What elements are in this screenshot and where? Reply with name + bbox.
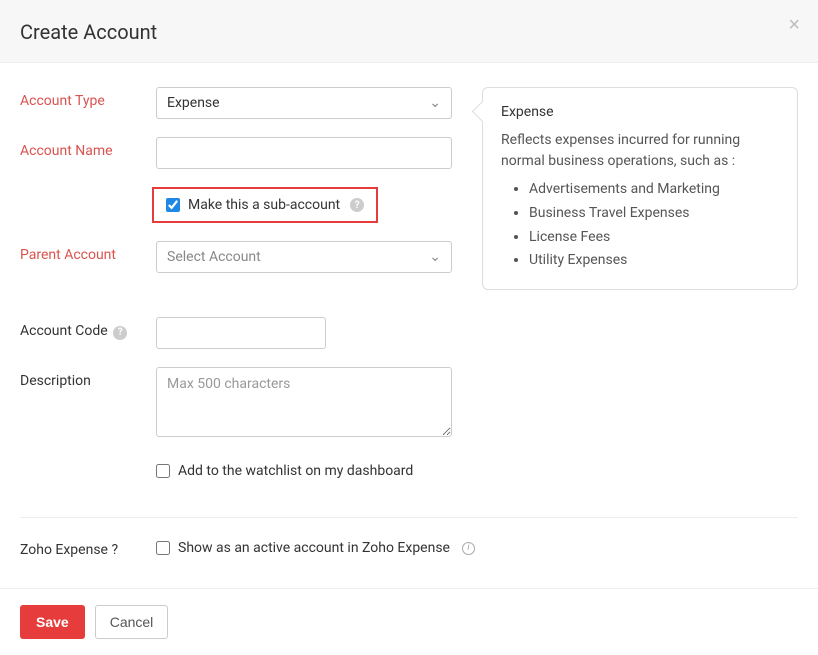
sub-account-label: Make this a sub-account	[188, 197, 340, 213]
info-icon[interactable]: i	[462, 542, 475, 555]
parent-account-placeholder: Select Account	[167, 249, 261, 265]
account-type-value: Expense	[167, 95, 220, 111]
label-parent-account: Parent Account	[20, 241, 156, 263]
row-sub-account: Make this a sub-account ?	[20, 187, 460, 223]
close-button[interactable]: ×	[788, 14, 800, 37]
row-account-code: Account Code ?	[20, 317, 460, 349]
info-item: Utility Expenses	[529, 249, 779, 273]
account-name-input[interactable]	[156, 137, 452, 169]
info-item: Business Travel Expenses	[529, 202, 779, 226]
sub-account-highlight: Make this a sub-account ?	[152, 187, 378, 223]
row-watchlist: Add to the watchlist on my dashboard	[20, 459, 460, 479]
save-button[interactable]: Save	[20, 605, 85, 639]
chevron-down-icon: ⌄	[429, 95, 441, 111]
zoho-expense-section: Zoho Expense ? Show as an active account…	[0, 536, 818, 588]
info-title: Expense	[501, 104, 779, 120]
info-item: License Fees	[529, 226, 779, 250]
form-column: Account Type Expense ⌄ Account Name Make…	[20, 87, 460, 497]
modal-content: Account Type Expense ⌄ Account Name Make…	[0, 63, 818, 507]
cancel-button[interactable]: Cancel	[95, 605, 169, 639]
info-description: Reflects expenses incurred for running n…	[501, 130, 779, 172]
label-account-type: Account Type	[20, 87, 156, 109]
zoho-expense-checkbox[interactable]	[156, 541, 170, 555]
watchlist-label: Add to the watchlist on my dashboard	[178, 463, 413, 479]
zoho-expense-label: Show as an active account in Zoho Expens…	[178, 540, 450, 556]
divider	[20, 517, 798, 518]
chevron-down-icon: ⌄	[429, 249, 441, 265]
row-account-type: Account Type Expense ⌄	[20, 87, 460, 119]
label-account-name: Account Name	[20, 137, 156, 159]
row-parent-account: Parent Account Select Account ⌄	[20, 241, 460, 273]
description-textarea[interactable]	[156, 367, 452, 437]
watchlist-checkbox[interactable]	[156, 464, 170, 478]
info-panel: Expense Reflects expenses incurred for r…	[482, 87, 798, 290]
parent-account-select[interactable]: Select Account ⌄	[156, 241, 452, 273]
row-account-name: Account Name	[20, 137, 460, 169]
modal-header: Create Account ×	[0, 0, 818, 63]
close-icon: ×	[788, 14, 800, 36]
modal-footer: Save Cancel	[0, 588, 818, 655]
modal-title: Create Account	[20, 20, 798, 44]
row-description: Description	[20, 367, 460, 441]
account-code-input[interactable]	[156, 317, 326, 349]
label-account-code: Account Code ?	[20, 317, 156, 340]
help-icon[interactable]: ?	[113, 326, 127, 340]
info-list: Advertisements and Marketing Business Tr…	[501, 178, 779, 273]
sub-account-checkbox[interactable]	[166, 198, 180, 212]
label-zoho-expense: Zoho Expense ?	[20, 536, 156, 558]
label-description: Description	[20, 367, 156, 389]
help-icon[interactable]: ?	[350, 198, 364, 212]
account-type-select[interactable]: Expense ⌄	[156, 87, 452, 119]
info-item: Advertisements and Marketing	[529, 178, 779, 202]
